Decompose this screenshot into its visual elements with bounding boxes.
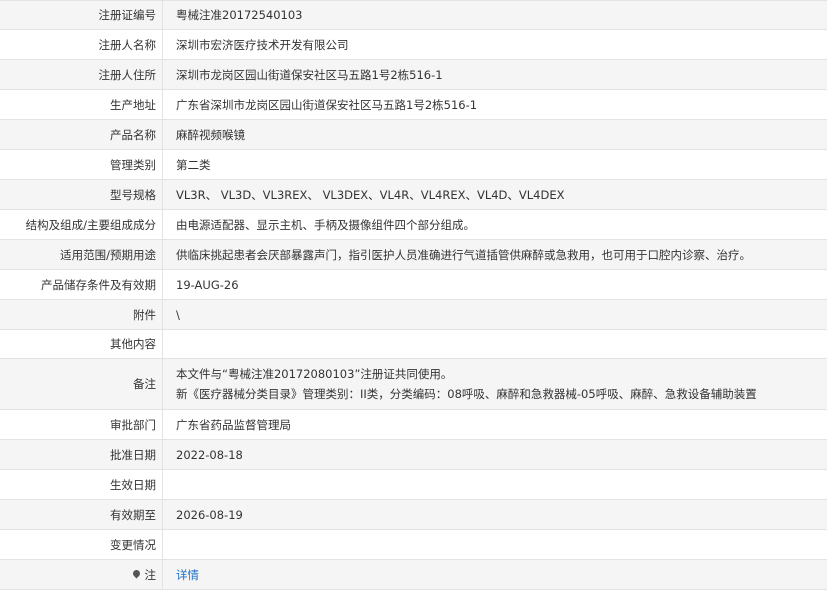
remarks-line-1: 本文件与“粤械注准20172080103”注册证共同使用。 [176,367,453,381]
row-note: 注 详情 [0,560,827,590]
row-value: \ [176,307,180,322]
row-approval-date: 批准日期 2022-08-18 [0,440,827,470]
map-pin-icon [131,568,141,579]
row-label: 变更情况 [0,530,163,559]
row-label: 生效日期 [0,470,163,499]
row-label: 注册人名称 [0,30,163,59]
row-other-content: 其他内容 [0,330,827,359]
row-value: 深圳市宏济医疗技术开发有限公司 [176,37,349,52]
row-label: 备注 [0,359,163,409]
row-value: 广东省药品监督管理局 [176,417,291,432]
row-registrant-address: 注册人住所 深圳市龙岗区园山街道保安社区马五路1号2栋516-1 [0,60,827,90]
row-intended-use: 适用范围/预期用途 供临床挑起患者会厌部暴露声门，指引医护人员准确进行气道插管供… [0,240,827,270]
row-value [163,330,827,358]
row-label: 结构及组成/主要组成成分 [0,210,163,239]
row-label: 注册证编号 [0,1,163,29]
row-label: 其他内容 [0,330,163,358]
row-attachments: 附件 \ [0,300,827,330]
row-value: 19-AUG-26 [176,277,239,292]
row-label: 注册人住所 [0,60,163,89]
row-structure-composition: 结构及组成/主要组成成分 由电源适配器、显示主机、手柄及摄像组件四个部分组成。 [0,210,827,240]
row-label: 产品储存条件及有效期 [0,270,163,299]
details-link[interactable]: 详情 [176,567,199,583]
row-label: 产品名称 [0,120,163,149]
row-label: 型号规格 [0,180,163,209]
row-value: 广东省深圳市龙岗区园山街道保安社区马五路1号2栋516-1 [176,97,478,112]
row-label: 管理类别 [0,150,163,179]
row-management-category: 管理类别 第二类 [0,150,827,180]
row-model-specification: 型号规格 VL3R、 VL3D、VL3REX、 VL3DEX、VL4R、VL4R… [0,180,827,210]
row-label: 适用范围/预期用途 [0,240,163,269]
row-remarks: 备注 本文件与“粤械注准20172080103”注册证共同使用。 新《医疗器械分… [0,359,827,410]
row-value: 供临床挑起患者会厌部暴露声门，指引医护人员准确进行气道插管供麻醉或急救用，也可用… [176,247,751,262]
row-value [163,530,827,559]
row-storage-validity: 产品储存条件及有效期 19-AUG-26 [0,270,827,300]
row-label: 有效期至 [0,500,163,529]
row-production-address: 生产地址 广东省深圳市龙岗区园山街道保安社区马五路1号2栋516-1 [0,90,827,120]
row-value: 本文件与“粤械注准20172080103”注册证共同使用。 新《医疗器械分类目录… [163,359,827,409]
row-valid-until: 有效期至 2026-08-19 [0,500,827,530]
remarks-line-2: 新《医疗器械分类目录》管理类别：II类，分类编码：08呼吸、麻醉和急救器械-05… [176,387,757,401]
row-value: 麻醉视频喉镜 [176,127,245,142]
registration-record-table: 注册证编号 粤械注准20172540103 注册人名称 深圳市宏济医疗技术开发有… [0,0,827,590]
row-value: 详情 [163,560,827,589]
row-value: 2022-08-18 [176,447,243,462]
row-label: 附件 [0,300,163,329]
row-label: 批准日期 [0,440,163,469]
row-change-status: 变更情况 [0,530,827,560]
row-product-name: 产品名称 麻醉视频喉镜 [0,120,827,150]
row-registrant-name: 注册人名称 深圳市宏济医疗技术开发有限公司 [0,30,827,60]
row-effective-date: 生效日期 [0,470,827,500]
row-value: 粤械注准20172540103 [176,8,303,22]
row-label: 注 [0,560,163,589]
row-approval-department: 审批部门 广东省药品监督管理局 [0,410,827,440]
row-value: 第二类 [176,157,211,172]
row-value [163,470,827,499]
row-label: 审批部门 [0,410,163,439]
row-label: 生产地址 [0,90,163,119]
note-label-text: 注 [144,567,157,582]
row-value: VL3R、 VL3D、VL3REX、 VL3DEX、VL4R、VL4REX、VL… [176,187,565,202]
row-value: 深圳市龙岗区园山街道保安社区马五路1号2栋516-1 [176,67,443,82]
row-value: 由电源适配器、显示主机、手柄及摄像组件四个部分组成。 [176,217,475,232]
row-registration-number: 注册证编号 粤械注准20172540103 [0,1,827,30]
row-value: 2026-08-19 [176,507,243,522]
